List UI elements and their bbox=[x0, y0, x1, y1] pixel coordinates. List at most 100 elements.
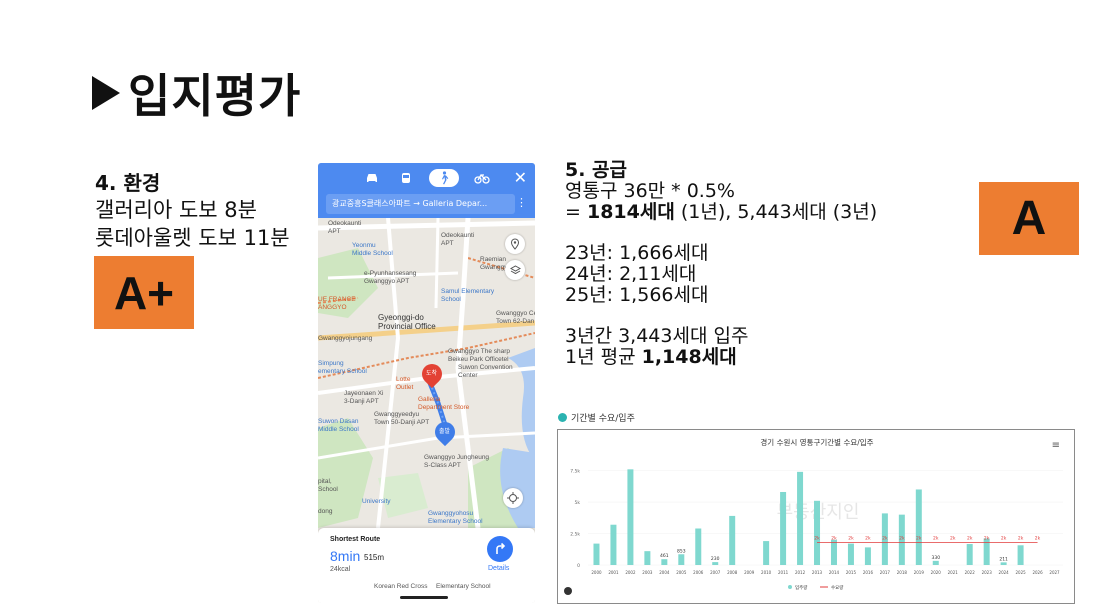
environment-section: 4. 환경 갤러리아 도보 8분 롯데아울렛 도보 11분 bbox=[95, 170, 290, 252]
map-label: dong bbox=[318, 508, 333, 515]
origin-pin-label: 출발 bbox=[439, 429, 451, 435]
map-screenshot: ✕ 광교중흥S클래스아파트 → Galleria Depar... ⋮ Odeo… bbox=[318, 163, 535, 603]
locate-icon[interactable] bbox=[503, 488, 523, 508]
map-label: Odeokaunti APT bbox=[328, 220, 362, 235]
bar-move-in bbox=[1000, 562, 1007, 565]
x-tick-label: 2006 bbox=[693, 570, 704, 575]
bar-move-in bbox=[1017, 545, 1024, 565]
x-tick-label: 2013 bbox=[812, 570, 823, 575]
bar-move-in bbox=[780, 491, 787, 565]
x-tick-label: 2014 bbox=[829, 570, 840, 575]
close-icon[interactable]: ✕ bbox=[514, 168, 527, 187]
map-label: Jayeonaen Xi 3-Danji APT bbox=[344, 390, 384, 405]
bar-move-in bbox=[797, 471, 804, 565]
turn-right-icon[interactable] bbox=[487, 536, 513, 562]
map-label: Simpung ementary School bbox=[318, 360, 367, 375]
legend-swatch-move-in bbox=[788, 585, 792, 589]
x-tick-label: 2023 bbox=[982, 570, 993, 575]
pin-icon[interactable] bbox=[505, 234, 525, 254]
supply-average-prefix: 1년 평균 bbox=[565, 346, 642, 368]
details-link[interactable]: Details bbox=[488, 565, 509, 572]
supply-result-bold: 1814세대 bbox=[586, 201, 675, 223]
map-label: pital, School bbox=[318, 478, 338, 493]
demand-point-label: 2k bbox=[967, 535, 973, 541]
environment-line-lotte: 롯데아울렛 도보 11분 bbox=[95, 226, 290, 250]
car-icon[interactable] bbox=[361, 169, 383, 187]
bar-move-in bbox=[830, 539, 837, 565]
destination-pin-label: 도착 bbox=[426, 371, 438, 377]
x-tick-label: 2022 bbox=[965, 570, 976, 575]
x-tick-label: 2027 bbox=[1049, 570, 1060, 575]
bar-move-in bbox=[966, 544, 973, 565]
triangle-bullet-icon bbox=[92, 76, 120, 110]
demand-point-label: 2k bbox=[984, 535, 990, 541]
bar-move-in bbox=[678, 554, 685, 565]
environment-heading: 4. 환경 bbox=[95, 171, 161, 195]
x-tick-label: 2009 bbox=[744, 570, 755, 575]
route-panel[interactable]: Shortest Route 8min 515m 24kcal Details … bbox=[318, 528, 535, 603]
supply-demand-chart: 경기 수원시 영통구기간별 수요/입주≡부동산지인02.5k5k7.5k2000… bbox=[557, 429, 1075, 604]
bar-move-in bbox=[847, 543, 854, 565]
bar-move-in bbox=[814, 500, 821, 565]
x-tick-label: 2005 bbox=[676, 570, 687, 575]
route-type-label: Shortest Route bbox=[330, 536, 381, 543]
demand-point-label: 2k bbox=[899, 535, 905, 541]
slide-title-text: 입지평가 bbox=[128, 69, 302, 123]
map-label: Odeokaunti APT bbox=[441, 232, 475, 247]
bar-value-label: 330 bbox=[931, 555, 940, 561]
route-duration: 8min bbox=[330, 548, 361, 564]
supply-heading: 5. 공급 bbox=[565, 159, 628, 181]
transport-modes bbox=[318, 168, 535, 188]
supply-grade-badge: A bbox=[979, 182, 1079, 255]
map-label: Gwanggyo Jungheung S-Class APT bbox=[424, 454, 490, 469]
bar-move-in bbox=[864, 547, 871, 565]
map-label: Gwanggyo The sharp Beikeu Park Officetel bbox=[448, 348, 511, 363]
more-icon[interactable]: ⋮ bbox=[516, 196, 527, 209]
map-label: Elementary School bbox=[436, 583, 491, 590]
map-label: Gwanggyo Ce Town 62-Dan bbox=[496, 310, 535, 325]
supply-result-rest: (1년), 5,443세대 (3년) bbox=[674, 201, 878, 223]
chart-svg: 경기 수원시 영통구기간별 수요/입주≡부동산지인02.5k5k7.5k2000… bbox=[564, 437, 1063, 595]
map-label: Gwanggyohosu Elementary School bbox=[428, 510, 483, 525]
y-tick-label: 0 bbox=[577, 563, 580, 569]
demand-point-label: 2k bbox=[1018, 535, 1024, 541]
map-label: Gwanggyeedyu Town 50-Danji APT bbox=[374, 411, 430, 426]
bar-move-in bbox=[915, 489, 922, 565]
y-tick-label: 2.5k bbox=[570, 532, 580, 538]
bar-move-in bbox=[729, 515, 736, 565]
x-tick-label: 2026 bbox=[1032, 570, 1043, 575]
legend-label-move-in: 입주량 bbox=[795, 584, 807, 591]
map-label: Yeonmu Middle School bbox=[352, 242, 393, 257]
demand-point-label: 2k bbox=[865, 535, 871, 541]
x-tick-label: 2004 bbox=[659, 570, 670, 575]
bar-value-label: 461 bbox=[660, 553, 669, 559]
map-label: e-Pyunhansesang Gwanggyo APT bbox=[364, 270, 417, 285]
map-label: Gwanggyojungang bbox=[318, 335, 373, 342]
map-canvas[interactable]: Odeokaunti APT Odeokaunti APT Yeonmu Mid… bbox=[318, 217, 535, 529]
bike-icon[interactable] bbox=[471, 169, 493, 187]
supply-total: 3년간 3,443세대 입주 bbox=[565, 325, 749, 347]
map-label: Galleria Department Store bbox=[418, 396, 470, 411]
map-label: Suwon Convention Center bbox=[458, 364, 513, 379]
demand-point-label: 2k bbox=[814, 535, 820, 541]
walk-icon[interactable] bbox=[428, 169, 459, 187]
layers-icon[interactable] bbox=[505, 260, 525, 280]
legend-label-demand: 수요량 bbox=[831, 584, 843, 591]
map-label: UE FRANCE ANGGYO bbox=[318, 296, 356, 311]
route-calories: 24kcal bbox=[330, 566, 351, 573]
supply-result: = 1814세대 (1년), 5,443세대 (3년) bbox=[565, 202, 877, 223]
x-tick-label: 2025 bbox=[1015, 570, 1026, 575]
bar-move-in bbox=[593, 543, 600, 565]
bus-icon[interactable] bbox=[395, 169, 417, 187]
x-tick-label: 2016 bbox=[863, 570, 874, 575]
home-indicator bbox=[400, 596, 448, 599]
x-tick-label: 2020 bbox=[931, 570, 942, 575]
supply-average: 1년 평균 1,148세대 bbox=[565, 347, 877, 368]
demand-point-label: 2k bbox=[831, 535, 837, 541]
chart-header-icon bbox=[558, 413, 567, 422]
demand-point-label: 2k bbox=[848, 535, 854, 541]
x-tick-label: 2010 bbox=[761, 570, 772, 575]
x-tick-label: 2015 bbox=[846, 570, 857, 575]
route-summary-bar[interactable]: 광교중흥S클래스아파트 → Galleria Depar... bbox=[326, 194, 515, 214]
environment-line-galleria: 갤러리아 도보 8분 bbox=[95, 198, 257, 222]
